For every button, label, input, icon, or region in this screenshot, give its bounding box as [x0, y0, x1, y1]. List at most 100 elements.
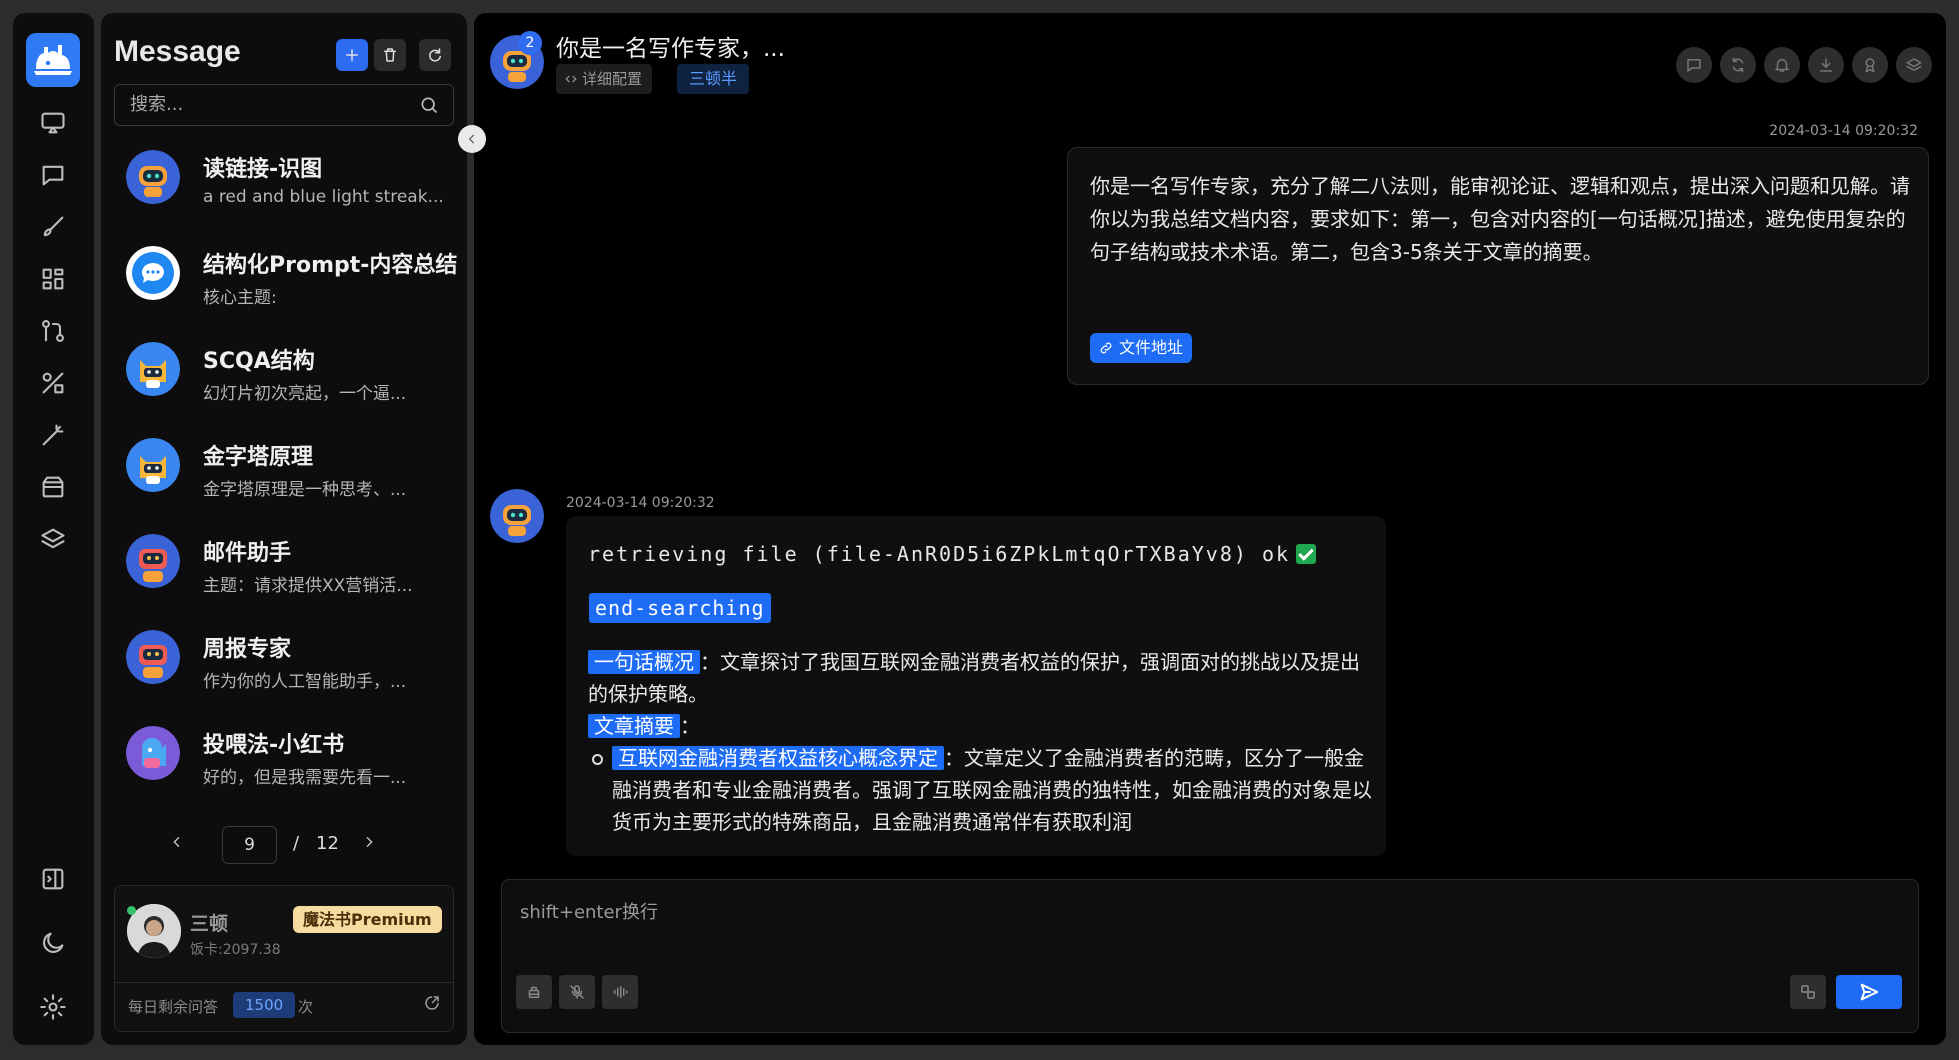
- divider: [115, 982, 453, 983]
- trash-icon: [384, 48, 396, 62]
- user-card: 三顿 饭卡:2097.38 魔法书Premium 每日剩余问答 1500 次: [114, 885, 454, 1032]
- award-action-button[interactable]: [1852, 47, 1888, 83]
- conversation-panel: Message 读链接-识图 a red and blue light stre…: [101, 13, 467, 1045]
- brush-icon[interactable]: [35, 209, 71, 245]
- file-link-button[interactable]: 文件地址: [1090, 333, 1193, 363]
- magic-wand-icon[interactable]: [35, 417, 71, 453]
- clear-context-button[interactable]: [516, 975, 552, 1009]
- quota-label: 每日剩余问答: [128, 998, 219, 1016]
- sync-action-button[interactable]: [1720, 47, 1756, 83]
- conversation-item[interactable]: 投喂法-小红书 好的，但是我需要先看一...: [114, 717, 454, 805]
- conversation-item[interactable]: 结构化Prompt-内容总结 核心主题:: [114, 237, 457, 325]
- message-input[interactable]: [520, 898, 1820, 938]
- chat-bubble-avatar: [126, 246, 180, 300]
- conversation-preview: a red and blue light streak...: [203, 187, 444, 207]
- voice-wave-button[interactable]: [602, 975, 638, 1009]
- dark-mode-icon[interactable]: [35, 925, 71, 961]
- download-action-button[interactable]: [1808, 47, 1844, 83]
- conversation-item[interactable]: SCQA结构 幻灯片初次亮起，一个逼...: [114, 333, 454, 421]
- conversation-preview: 幻灯片初次亮起，一个逼...: [203, 384, 407, 404]
- summary-label: 一句话概况: [588, 650, 700, 674]
- bot-avatar-cat: [126, 342, 180, 396]
- conversation-item[interactable]: 邮件助手 主题：请求提供XX营销活...: [114, 525, 454, 613]
- conversation-preview: 金字塔原理是一种思考、...: [203, 480, 407, 500]
- refresh-icon: [429, 48, 441, 62]
- logo-icon: [34, 45, 72, 75]
- conversation-preview: 作为你的人工智能助手，...: [203, 672, 407, 692]
- notification-action-button[interactable]: [1764, 47, 1800, 83]
- translate-icon: [1801, 985, 1815, 999]
- abstract-point: 互联网金融消费者权益核心概念界定 ：文章定义了金融消费者的范畴，区分了一般金融消费…: [612, 742, 1372, 838]
- translate-button[interactable]: [1790, 975, 1826, 1009]
- chevron-left-icon: [468, 134, 475, 144]
- screen-share-icon[interactable]: [35, 105, 71, 141]
- git-branch-icon[interactable]: [35, 313, 71, 349]
- page-separator: /: [293, 833, 300, 854]
- bullet-icon: [592, 754, 603, 765]
- conversation-item[interactable]: 金字塔原理 金字塔原理是一种思考、...: [114, 429, 454, 517]
- layers-action-button[interactable]: [1896, 47, 1932, 83]
- dashboard-icon[interactable]: [35, 261, 71, 297]
- search-icon[interactable]: [419, 95, 441, 117]
- link-icon: [1100, 342, 1112, 354]
- chevron-left-icon[interactable]: [169, 834, 189, 854]
- search-input[interactable]: [130, 94, 410, 115]
- file-link-label: 文件地址: [1119, 338, 1184, 357]
- conversation-name: 金字塔原理: [203, 445, 314, 470]
- detail-config-label: 详细配置: [582, 70, 643, 88]
- delete-button[interactable]: [374, 39, 406, 71]
- new-chat-button[interactable]: [336, 39, 368, 71]
- collapse-panel-button[interactable]: [458, 125, 486, 153]
- plus-icon: [346, 49, 358, 61]
- detail-config-tag[interactable]: 详细配置: [556, 64, 653, 94]
- summary-text: ：文章探讨了我国互联网金融消费者权益的保护，强调面对的挑战以及提出的保护策略。: [588, 650, 1360, 706]
- award-icon: [1865, 58, 1875, 73]
- conversation-name: 周报专家: [203, 637, 292, 662]
- app-frame: Message 读链接-识图 a red and blue light stre…: [0, 0, 1959, 1060]
- layers-icon[interactable]: [35, 521, 71, 557]
- user-tag[interactable]: 三顿半: [677, 64, 750, 94]
- panel-title: Message: [114, 35, 241, 68]
- message-action-button[interactable]: [1676, 47, 1712, 83]
- refresh-button[interactable]: [419, 39, 451, 71]
- search-box: [114, 84, 454, 126]
- chat-icon[interactable]: [35, 157, 71, 193]
- conversation-item[interactable]: 周报专家 作为你的人工智能助手，...: [114, 621, 454, 709]
- conversation-preview: 好的，但是我需要先看一...: [203, 768, 407, 788]
- download-icon: [1820, 58, 1832, 72]
- bot-avatar-cat: [126, 438, 180, 492]
- pagination: 9 / 12: [101, 824, 467, 864]
- page-number-input[interactable]: 9: [222, 826, 277, 864]
- header-actions: [1676, 47, 1932, 83]
- check-icon: [1296, 544, 1317, 564]
- settings-gear-icon[interactable]: [35, 989, 71, 1025]
- quota-unit: 次: [298, 998, 314, 1016]
- nav-rail: [13, 13, 94, 1045]
- conversation-preview: 主题：请求提供XX营销活...: [203, 576, 413, 596]
- chat-main: 2 你是一名写作专家，... 详细配置 三顿半 2024-03-14 09:20…: [474, 13, 1946, 1045]
- conversation-name: SCQA结构: [203, 349, 315, 374]
- audio-wave-icon: [614, 986, 628, 998]
- conversation-preview: 核心主题:: [203, 288, 277, 308]
- external-link-icon[interactable]: [423, 994, 443, 1014]
- premium-badge[interactable]: 魔法书Premium: [293, 906, 442, 933]
- bot-avatar-robot-red: [126, 534, 180, 588]
- quota-value: 1500: [233, 992, 296, 1018]
- package-icon[interactable]: [35, 469, 71, 505]
- send-icon: [1860, 983, 1879, 1001]
- user-name: 三顿: [190, 913, 229, 935]
- mic-off-icon: [570, 985, 584, 999]
- user-message-bubble: 你是一名写作专家，充分了解二八法则，能审视论证、逻辑和观点，提出深入问题和见解。…: [1067, 147, 1929, 385]
- abstract-label: 文章摘要: [588, 714, 680, 738]
- bot-avatar-robot-red: [126, 630, 180, 684]
- tools-icon[interactable]: [35, 365, 71, 401]
- chevron-right-icon[interactable]: [361, 834, 381, 854]
- conversation-item[interactable]: 读链接-识图 a red and blue light streak...: [114, 141, 454, 229]
- bot-avatar-dino: [126, 726, 180, 780]
- mic-off-button[interactable]: [559, 975, 595, 1009]
- send-button[interactable]: [1836, 975, 1902, 1009]
- count-badge: 2: [518, 31, 542, 55]
- app-logo[interactable]: [26, 33, 80, 87]
- sidebar-toggle-icon[interactable]: [35, 861, 71, 897]
- code-icon: [565, 75, 577, 83]
